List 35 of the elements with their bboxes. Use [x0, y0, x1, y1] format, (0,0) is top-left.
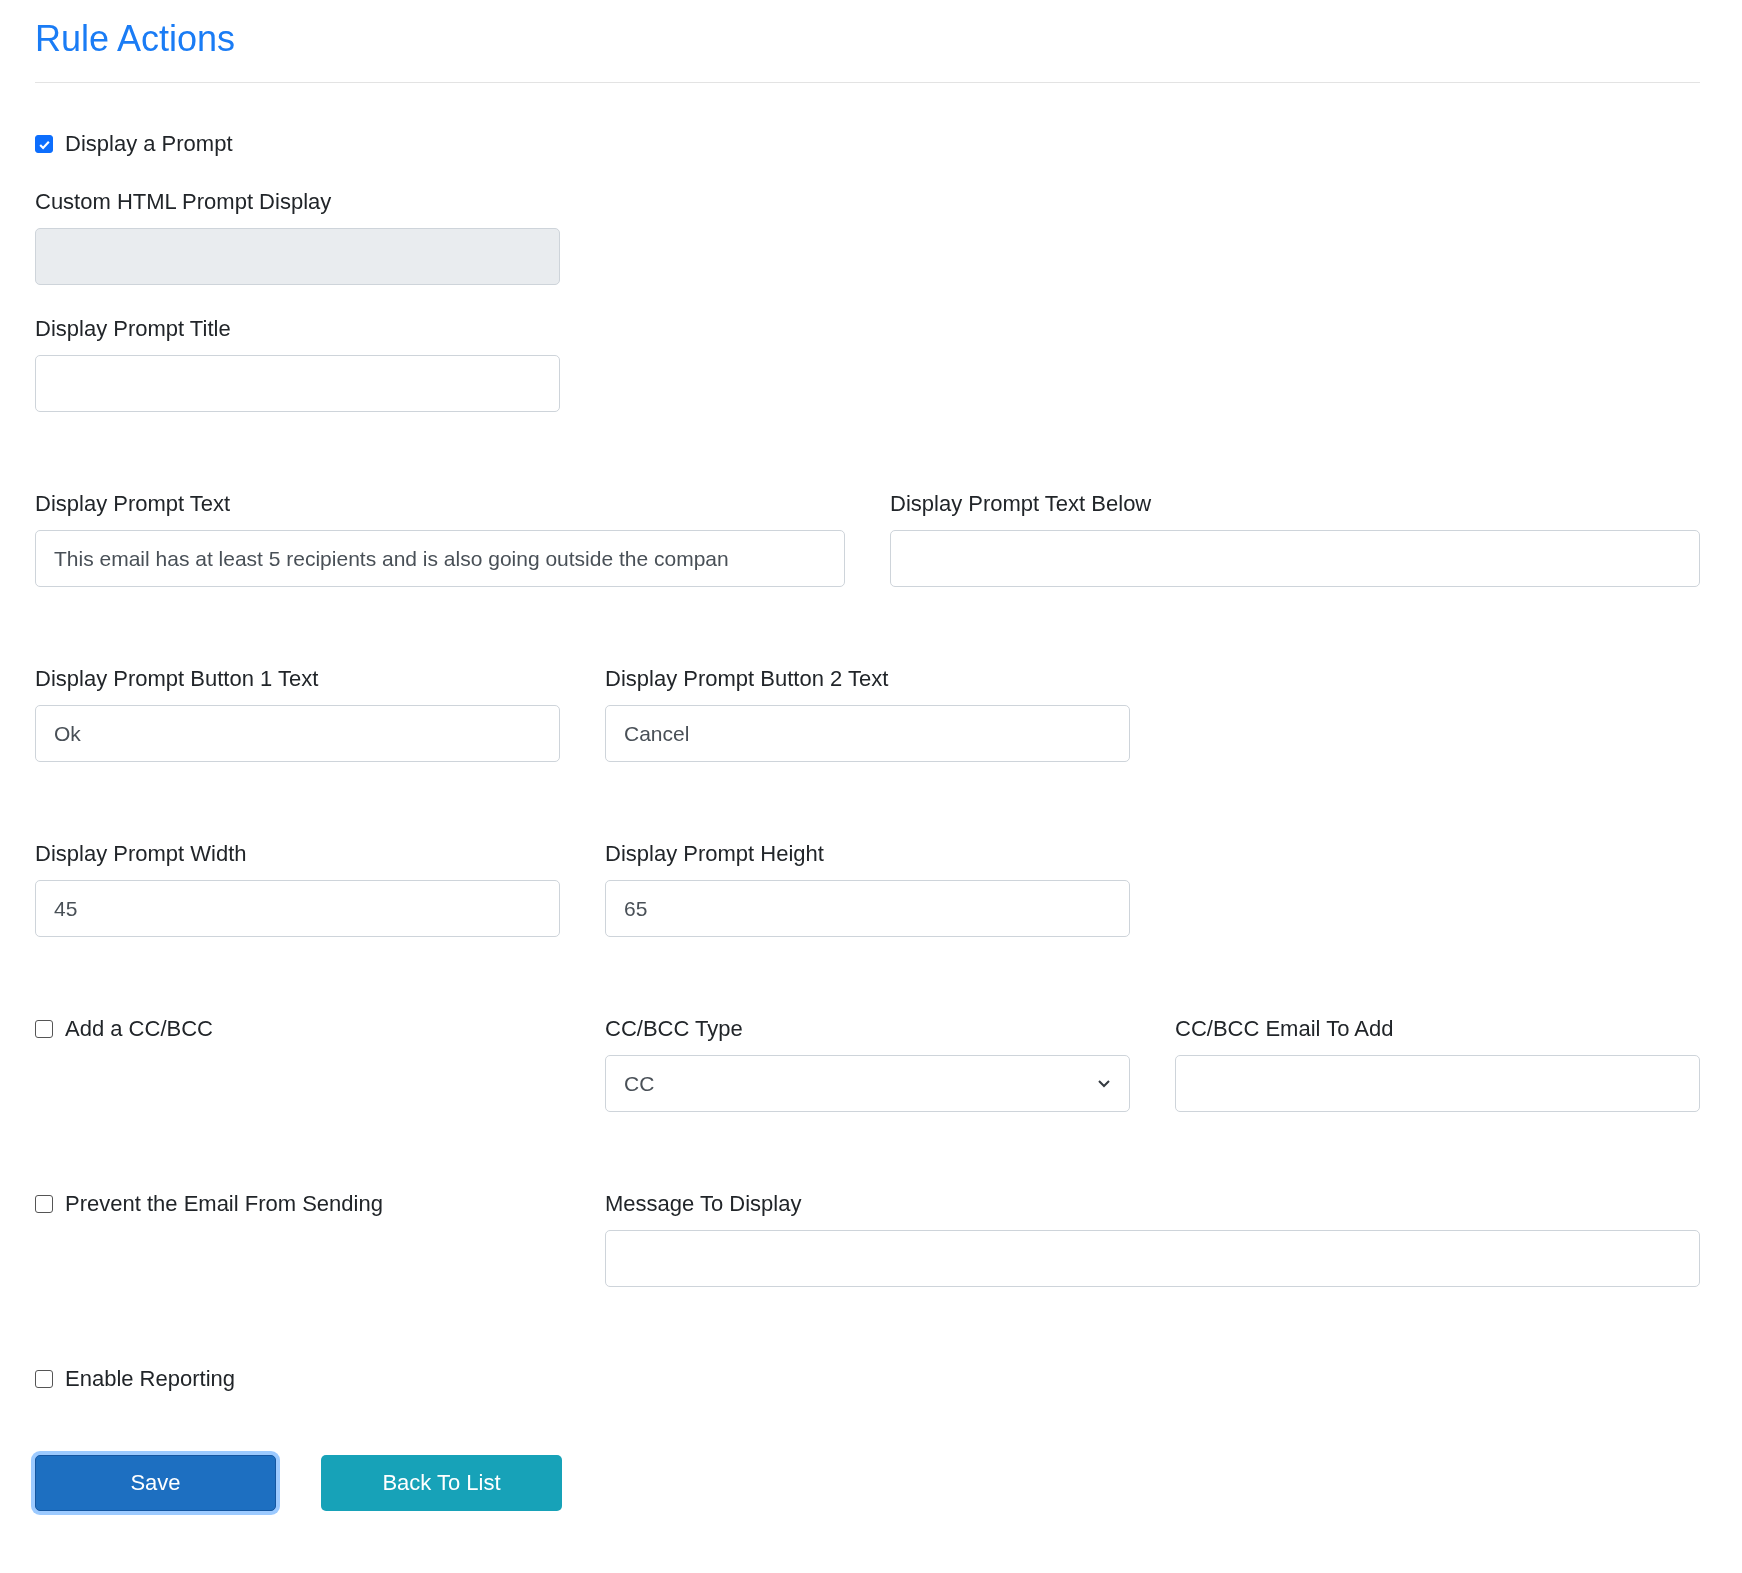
checkbox-option[interactable]: Enable Reporting: [35, 1363, 1700, 1395]
chevron-down-icon: [1097, 1078, 1111, 1089]
checkbox-label: Add a CC/BCC: [65, 1015, 213, 1043]
checkbox[interactable]: [35, 1195, 53, 1213]
checkbox[interactable]: [35, 135, 53, 153]
field-label: Display Prompt Text: [35, 490, 232, 518]
field-label: Display Prompt Height: [605, 840, 825, 868]
field-label: Display Prompt Text Below: [890, 490, 1153, 518]
field-label: Display Prompt Button 1 Text: [35, 665, 320, 693]
checkbox-label: Display a Prompt: [65, 130, 233, 158]
page-title: Rule Actions: [35, 17, 237, 61]
input-field[interactable]: [890, 530, 1700, 587]
checkbox[interactable]: [35, 1020, 53, 1038]
field-label: Display Prompt Title: [35, 315, 232, 343]
input-field[interactable]: [35, 355, 560, 412]
select-field[interactable]: CC: [605, 1055, 1130, 1112]
field-label: Message To Display: [605, 1190, 803, 1218]
checkbox-option[interactable]: Add a CC/BCC: [35, 1013, 560, 1045]
field-label: Custom HTML Prompt Display: [35, 188, 333, 216]
input-field[interactable]: Cancel: [605, 705, 1130, 762]
field-label: Display Prompt Width: [35, 840, 248, 868]
checkbox[interactable]: [35, 1370, 53, 1388]
input-field[interactable]: 45: [35, 880, 560, 937]
input-field[interactable]: [605, 1230, 1700, 1287]
field-label: Display Prompt Button 2 Text: [605, 665, 890, 693]
checkbox-label: Enable Reporting: [65, 1365, 235, 1393]
checkbox-label: Prevent the Email From Sending: [65, 1190, 383, 1218]
input-field[interactable]: This email has at least 5 recipients and is also going outside the compan: [35, 530, 845, 587]
checkbox-option[interactable]: Prevent the Email From Sending: [35, 1188, 560, 1220]
input-field[interactable]: Ok: [35, 705, 560, 762]
field-label: CC/BCC Email To Add: [1175, 1015, 1395, 1043]
input-field[interactable]: 65: [605, 880, 1130, 937]
checkbox-option[interactable]: Display a Prompt: [35, 128, 1700, 160]
input-field[interactable]: [1175, 1055, 1700, 1112]
field-label: CC/BCC Type: [605, 1015, 744, 1043]
